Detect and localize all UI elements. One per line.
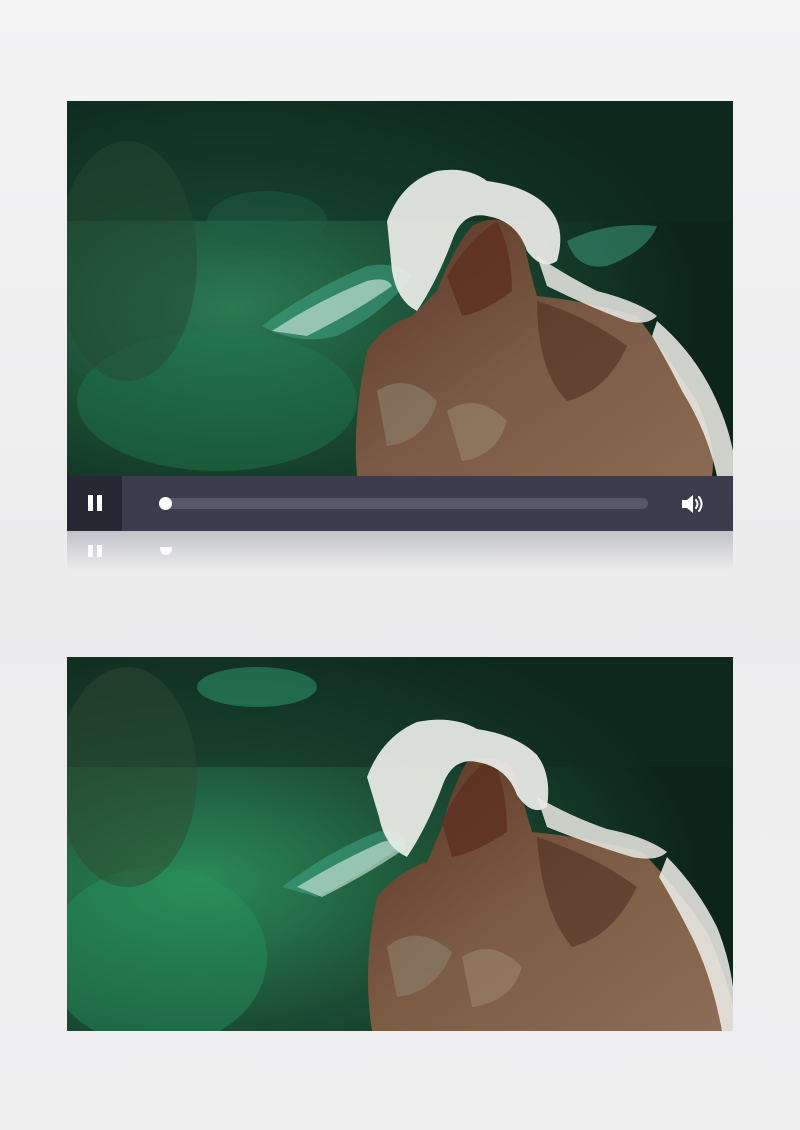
reflection-pause-bar — [88, 545, 93, 557]
volume-button[interactable] — [679, 490, 707, 518]
progress-thumb[interactable] — [159, 497, 172, 510]
reflection-pause-bar — [97, 545, 102, 557]
pause-button[interactable] — [67, 476, 122, 531]
video-frame[interactable] — [67, 101, 733, 476]
speaker-volume-icon — [682, 495, 703, 513]
coastline-aerial-image — [67, 101, 733, 476]
control-bar-reflection — [67, 531, 733, 571]
progress-bar[interactable] — [159, 497, 648, 510]
reflection-thumb — [160, 547, 172, 555]
pause-icon — [88, 495, 93, 511]
coastline-aerial-image — [67, 657, 733, 1031]
video-controls-bar — [67, 476, 733, 531]
pause-icon-bar — [97, 495, 102, 511]
video-still-frame — [67, 657, 733, 1031]
